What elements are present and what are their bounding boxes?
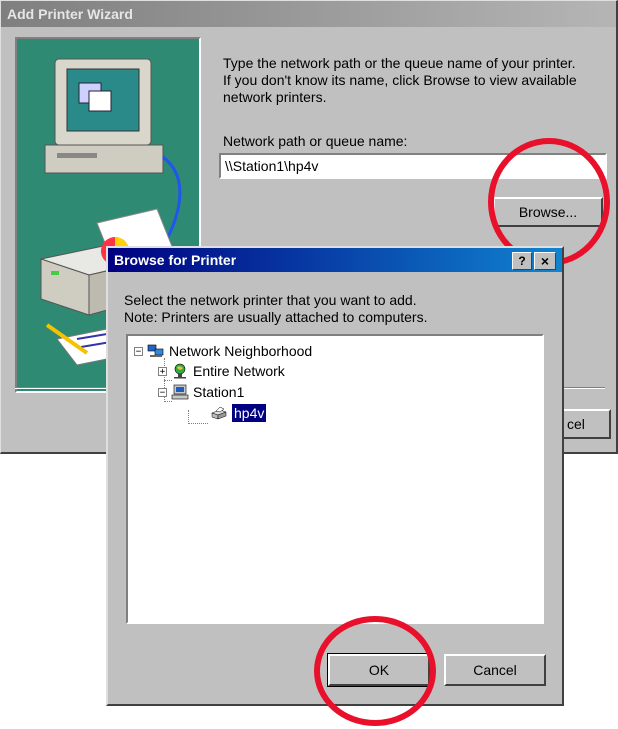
wizard-instruction-line-2: If you don't know its name, click Browse… [223, 72, 577, 88]
browse-dialog-title-bar: Browse for Printer [108, 248, 562, 272]
wizard-instruction-line-1: Type the network path or the queue name … [223, 55, 576, 71]
tree-label-network-neighborhood: Network Neighborhood [169, 343, 313, 359]
tree-item-station1[interactable]: − Station1 [158, 383, 244, 401]
wizard-instruction-line-3: network printers. [223, 89, 327, 105]
wizard-title-bar: Add Printer Wizard [1, 1, 616, 27]
collapse-icon[interactable]: − [134, 346, 143, 356]
computer-icon [171, 384, 189, 400]
ok-button[interactable]: OK [327, 653, 431, 687]
close-button[interactable]: × [534, 252, 556, 270]
globe-icon [174, 363, 186, 379]
network-neighborhood-icon [147, 344, 164, 357]
tree-line [188, 410, 189, 424]
browse-for-printer-dialog: Browse for Printer ? × Select the networ… [106, 246, 564, 706]
network-path-label: Network path or queue name: [223, 133, 408, 149]
cancel-button[interactable]: Cancel [444, 654, 546, 686]
expand-icon[interactable]: + [158, 366, 167, 376]
tree-item-network-neighborhood[interactable]: − Network Neighborhood [134, 342, 312, 360]
tree-item-entire-network[interactable]: + Entire Network [158, 362, 285, 380]
tree-label-hp4v: hp4v [232, 404, 267, 422]
tree-item-hp4v[interactable]: hp4v [210, 404, 267, 422]
collapse-icon[interactable]: − [158, 387, 167, 397]
browse-instruction-line-1: Select the network printer that you want… [124, 292, 417, 308]
tree-line [164, 380, 172, 381]
browse-instruction-line-2: Note: Printers are usually attached to c… [124, 309, 428, 325]
network-printer-icon [211, 406, 227, 420]
tree-label-station1: Station1 [193, 384, 245, 400]
tree-label-entire-network: Entire Network [193, 363, 285, 379]
browse-button[interactable]: Browse... [493, 197, 603, 227]
network-path-input[interactable]: \\Station1\hp4v [219, 153, 607, 179]
printer-tree-view[interactable]: − Network Neighborhood + Entire Network … [126, 334, 544, 624]
network-path-value: \\Station1\hp4v [225, 158, 319, 174]
tree-line [188, 423, 208, 424]
browse-dialog-title: Browse for Printer [114, 252, 237, 268]
help-button[interactable]: ? [512, 252, 532, 270]
tree-line [164, 401, 172, 402]
